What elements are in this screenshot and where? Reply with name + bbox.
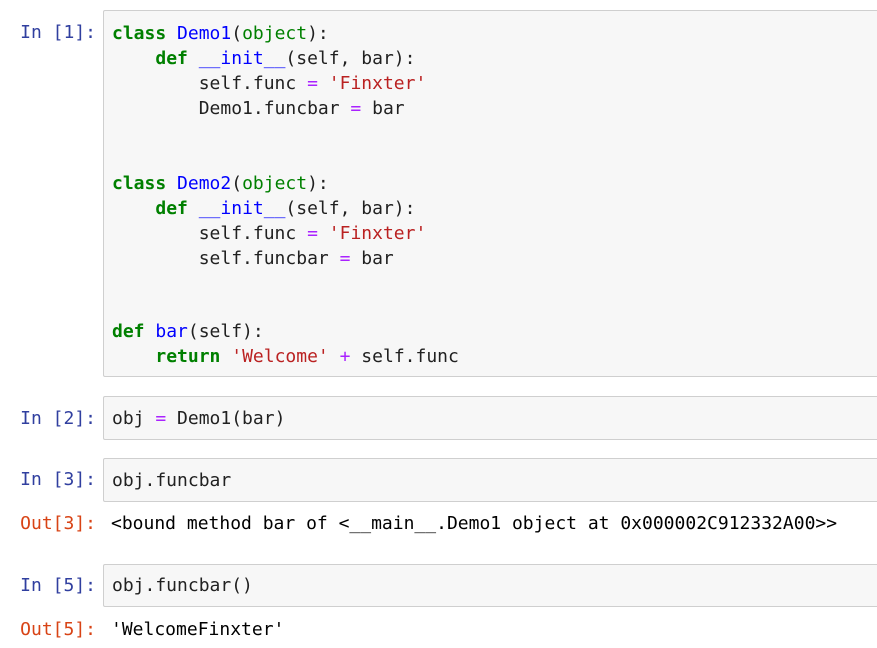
operator-token: = — [307, 223, 318, 244]
keyword-token: def — [112, 321, 145, 342]
code-line: self.func = 'Finxter' — [112, 221, 427, 246]
code-text: bar — [350, 248, 394, 269]
operator-token: = — [350, 98, 362, 119]
code-line: def bar(self): — [112, 319, 264, 344]
code-input-area[interactable]: class Demo1(object): def __init__(self, … — [103, 10, 877, 377]
code-cell-3[interactable]: In [3]: obj.funcbar Out[3]: <bound metho… — [0, 458, 877, 543]
code-cell-1[interactable]: In [1]: class Demo1(object): def __init_… — [0, 10, 877, 377]
input-prompt: In [3]: — [20, 469, 96, 490]
code-text: Demo1.funcbar — [112, 98, 351, 119]
code-text: bar — [361, 98, 405, 119]
code-line: obj.funcbar() — [112, 573, 253, 598]
code-text: obj.funcbar() — [112, 575, 253, 596]
code-line: obj = Demo1(bar) — [112, 406, 285, 431]
keyword-token: return — [155, 346, 221, 367]
identifier-token: __init__ — [198, 198, 286, 219]
code-cell-4[interactable]: In [5]: obj.funcbar() Out[5]: 'WelcomeFi… — [0, 564, 877, 648]
code-text: self.func — [350, 346, 459, 367]
code-text: (self): — [187, 321, 264, 342]
input-prompt: In [2]: — [20, 408, 96, 429]
identifier-token: bar — [155, 321, 188, 342]
code-input-area[interactable]: obj.funcbar — [103, 458, 877, 502]
code-line: class Demo1(object): — [112, 21, 329, 46]
code-line: return 'Welcome' + self.func — [112, 344, 459, 369]
builtin-token: object — [242, 173, 308, 194]
keyword-token: def — [155, 48, 188, 69]
code-line: def __init__(self, bar): — [112, 46, 415, 71]
code-line: obj.funcbar — [112, 468, 231, 493]
keyword-token: class — [112, 23, 167, 44]
operator-token: + — [339, 346, 351, 367]
code-text: ( — [231, 173, 243, 194]
code-text: self.func — [112, 223, 308, 244]
output-prompt: Out[3]: — [20, 513, 96, 534]
identifier-token: __init__ — [198, 48, 286, 69]
string-token: 'Welcome' — [231, 346, 329, 367]
code-text: self.func — [112, 73, 308, 94]
code-text: ( — [231, 23, 243, 44]
builtin-token: object — [242, 23, 308, 44]
identifier-token: Demo1 — [177, 23, 232, 44]
code-text: obj.funcbar — [112, 470, 232, 491]
code-line: self.func = 'Finxter' — [112, 71, 427, 96]
code-text: obj — [112, 408, 156, 429]
operator-token: = — [339, 248, 351, 269]
output-text: <bound method bar of <__main__.Demo1 obj… — [111, 513, 838, 534]
code-line: def __init__(self, bar): — [112, 196, 415, 221]
operator-token: = — [155, 408, 167, 429]
code-text: Demo1(bar) — [166, 408, 286, 429]
code-input-area[interactable]: obj = Demo1(bar) — [103, 396, 877, 440]
code-text: ): — [307, 173, 329, 194]
code-line: Demo1.funcbar = bar — [112, 96, 405, 121]
keyword-token: def — [155, 198, 188, 219]
code-text: ): — [307, 23, 329, 44]
input-prompt: In [1]: — [20, 22, 96, 43]
keyword-token: class — [112, 173, 167, 194]
identifier-token: Demo2 — [177, 173, 232, 194]
code-text: self.funcbar — [112, 248, 340, 269]
output-prompt: Out[5]: — [20, 619, 96, 640]
code-text: (self, bar): — [285, 48, 416, 69]
input-prompt: In [5]: — [20, 575, 96, 596]
code-text: (self, bar): — [285, 198, 416, 219]
code-line: class Demo2(object): — [112, 171, 329, 196]
string-token: 'Finxter' — [328, 223, 427, 244]
operator-token: = — [307, 73, 318, 94]
code-input-area[interactable]: obj.funcbar() — [103, 564, 877, 607]
string-token: 'Finxter' — [328, 73, 427, 94]
code-cell-2[interactable]: In [2]: obj = Demo1(bar) — [0, 396, 877, 440]
output-text: 'WelcomeFinxter' — [111, 619, 285, 640]
code-line: self.funcbar = bar — [112, 246, 394, 271]
